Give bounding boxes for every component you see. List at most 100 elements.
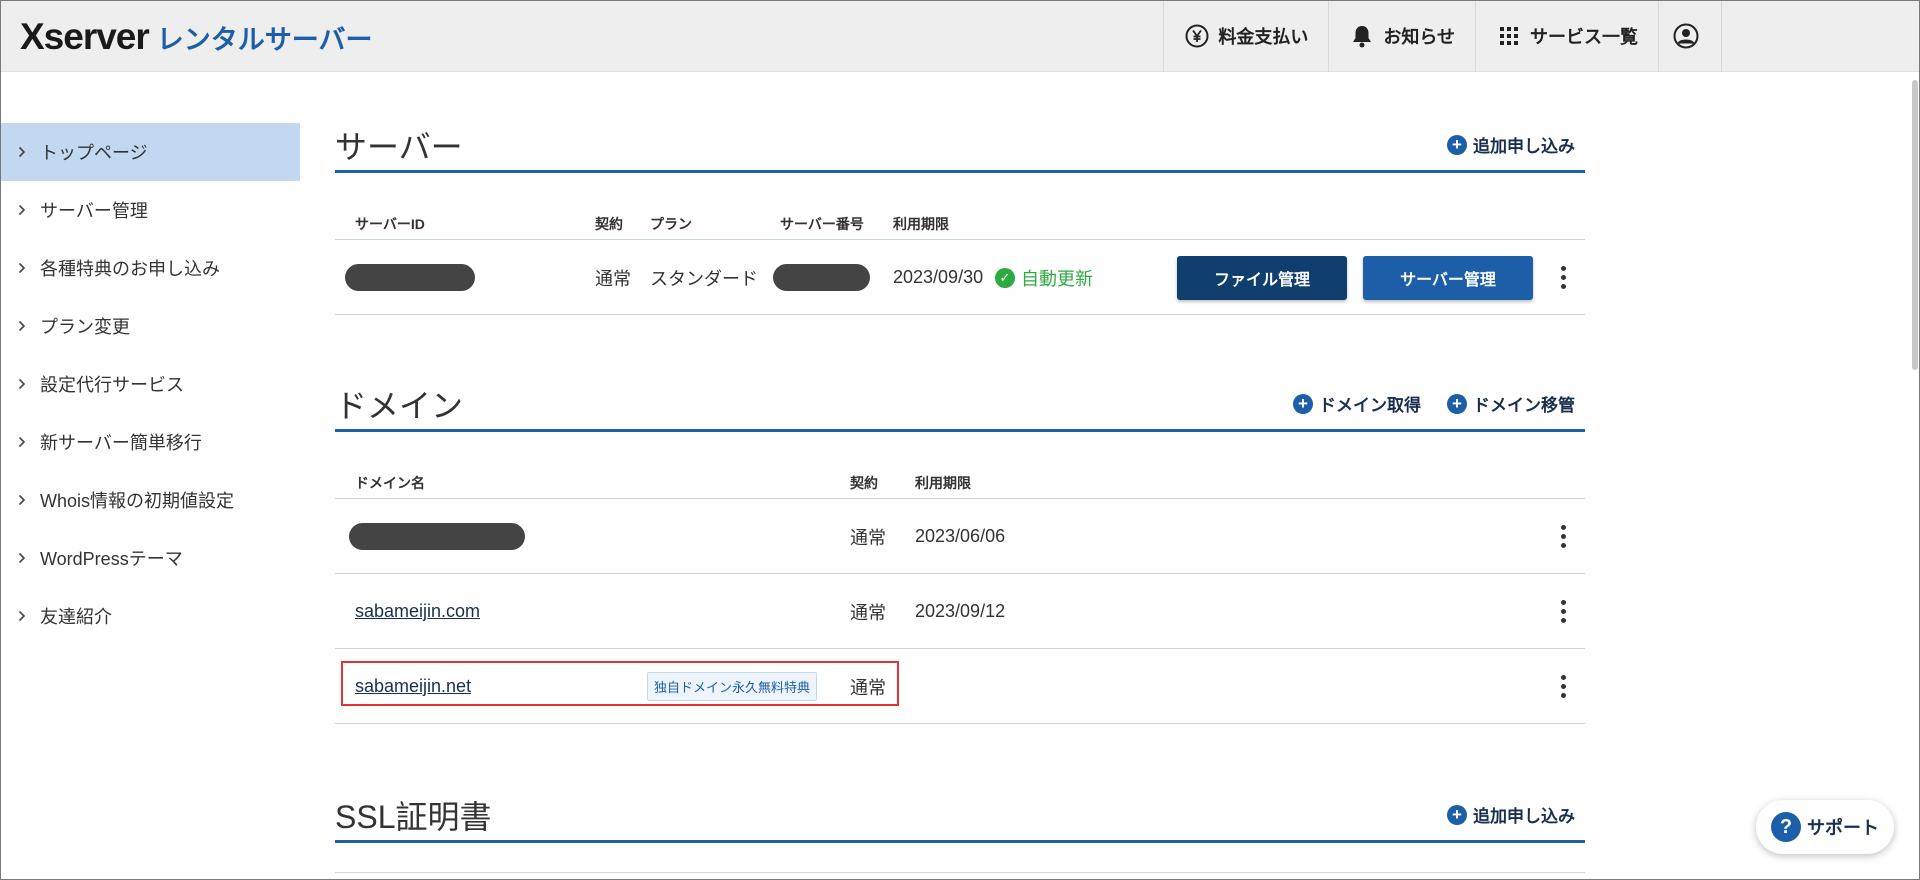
- sidebar-item-top[interactable]: トップページ: [0, 123, 300, 181]
- yen-icon: [1184, 23, 1210, 49]
- contract-cell: 通常: [595, 268, 631, 289]
- row-menu-cell: [1553, 499, 1573, 574]
- server-add-button[interactable]: + 追加申し込み: [1447, 132, 1575, 157]
- row-menu-cell: [1553, 649, 1573, 724]
- domain-section-header: ドメイン + ドメイン取得 + ドメイン移管: [335, 381, 1585, 432]
- col-plan: プラン: [650, 216, 692, 232]
- domain-acquire-button[interactable]: + ドメイン取得: [1293, 391, 1421, 416]
- sidebar-item-label: 設定代行サービス: [40, 375, 184, 395]
- plus-circle-icon: +: [1447, 804, 1467, 825]
- domain-table-header: ドメイン名 契約 利用期限: [335, 461, 1585, 499]
- more-vertical-icon[interactable]: [1553, 600, 1573, 623]
- server-add-label: 追加申し込み: [1473, 137, 1575, 156]
- chevron-right-icon: [18, 610, 32, 622]
- chevron-right-icon: [18, 552, 32, 564]
- nav-notice-label: お知らせ: [1383, 27, 1455, 47]
- ssl-table-divider: [335, 872, 1585, 873]
- scrollbar-thumb[interactable]: [1912, 80, 1918, 370]
- sidebar-item-label: プラン変更: [40, 317, 130, 337]
- plus-circle-icon: +: [1293, 393, 1313, 414]
- server-id-cell: [345, 240, 475, 315]
- logo-sub-text: レンタルサーバー: [156, 25, 373, 55]
- ssl-add-button[interactable]: + 追加申し込み: [1447, 802, 1575, 827]
- chevron-right-icon: [18, 204, 32, 216]
- domain-acquire-label: ドメイン取得: [1319, 396, 1421, 415]
- chevron-right-icon: [18, 494, 32, 506]
- contract-cell: 通常: [850, 677, 886, 698]
- nav-services[interactable]: サービス一覧: [1475, 0, 1658, 72]
- nav-payment-label: 料金支払い: [1218, 27, 1309, 47]
- sidebar-item-setup-service[interactable]: 設定代行サービス: [0, 355, 300, 413]
- plan-cell: スタンダード: [650, 268, 758, 289]
- more-vertical-icon[interactable]: [1553, 525, 1573, 548]
- sidebar-item-label: サーバー管理: [40, 201, 148, 221]
- col-server-number: サーバー番号: [780, 216, 864, 232]
- domain-name-cell: sabameijin.com: [355, 574, 480, 649]
- server-management-button[interactable]: サーバー管理: [1363, 255, 1533, 300]
- col-contract: 契約: [595, 216, 623, 232]
- domain-transfer-button[interactable]: + ドメイン移管: [1447, 391, 1575, 416]
- sidebar-item-plan-change[interactable]: プラン変更: [0, 297, 300, 355]
- col-server-id: サーバーID: [355, 216, 425, 232]
- sidebar-item-label: 友達紹介: [40, 607, 112, 627]
- expiry-cell: 2023/09/12: [915, 601, 1006, 621]
- row-menu-cell: [1553, 574, 1573, 649]
- col-domain-name: ドメイン名: [355, 475, 425, 491]
- server-number-cell: [773, 240, 870, 315]
- row-menu-cell: [1553, 240, 1573, 315]
- table-row: 通常 スタンダード 2023/09/30 ✓ 自動更新 ファイル管理 サーバー管理: [335, 240, 1585, 315]
- plus-circle-icon: +: [1447, 393, 1467, 414]
- sidebar-item-server-management[interactable]: サーバー管理: [0, 181, 300, 239]
- chevron-right-icon: [18, 436, 32, 448]
- domain-link[interactable]: sabameijin.com: [355, 601, 480, 622]
- more-vertical-icon[interactable]: [1553, 266, 1573, 289]
- section-title: サーバー: [335, 129, 463, 165]
- sidebar-item-label: トップページ: [40, 143, 148, 163]
- file-manager-button[interactable]: ファイル管理: [1177, 255, 1347, 300]
- chevron-right-icon: [18, 378, 32, 390]
- expiry-cell: 2023/09/30: [893, 267, 984, 287]
- plus-circle-icon: +: [1447, 134, 1467, 155]
- sidebar-item-benefits[interactable]: 各種特典のお申し込み: [0, 239, 300, 297]
- expiry-cell: 2023/06/06: [915, 526, 1006, 546]
- nav-payment[interactable]: 料金支払い: [1163, 0, 1328, 72]
- file-manager-cell: ファイル管理: [1177, 240, 1347, 315]
- header-nav: 料金支払い お知らせ サービス一覧: [1163, 0, 1722, 72]
- ssl-add-label: 追加申し込み: [1473, 807, 1575, 826]
- sidebar-item-wordpress-theme[interactable]: WordPressテーマ: [0, 529, 300, 587]
- nav-services-label: サービス一覧: [1530, 27, 1638, 47]
- free-domain-badge: 独自ドメイン永久無料特典: [647, 672, 818, 701]
- check-circle-icon: ✓: [995, 267, 1015, 288]
- domain-link[interactable]: sabameijin.net: [355, 676, 471, 697]
- chevron-right-icon: [18, 320, 32, 332]
- section-actions: + 追加申し込み: [1421, 132, 1575, 157]
- sidebar-item-whois[interactable]: Whois情報の初期値設定: [0, 471, 300, 529]
- section-actions: + ドメイン取得 + ドメイン移管: [1267, 391, 1575, 416]
- col-expiry: 利用期限: [915, 475, 971, 491]
- section-title: SSL証明書: [335, 799, 492, 835]
- sidebar-item-referral[interactable]: 友達紹介: [0, 587, 300, 645]
- section-title: ドメイン: [335, 388, 464, 424]
- user-menu-button[interactable]: [1658, 0, 1722, 72]
- xserver-logo[interactable]: Xserver レンタルサーバー: [20, 16, 373, 57]
- support-button[interactable]: ? サポート: [1756, 800, 1894, 854]
- contract-cell: 通常: [850, 602, 886, 623]
- sidebar-item-migration[interactable]: 新サーバー簡単移行: [0, 413, 300, 471]
- server-manage-cell: サーバー管理: [1363, 240, 1533, 315]
- ssl-section-header: SSL証明書 + 追加申し込み: [335, 792, 1585, 843]
- chevron-right-icon: [18, 262, 32, 274]
- col-contract: 契約: [850, 475, 878, 491]
- grid-icon: [1496, 23, 1522, 49]
- badge-cell: 独自ドメイン永久無料特典: [647, 649, 818, 724]
- nav-notice[interactable]: お知らせ: [1328, 0, 1475, 72]
- more-vertical-icon[interactable]: [1553, 675, 1573, 698]
- domain-name-cell: [349, 499, 525, 574]
- table-row: 通常 2023/06/06: [335, 499, 1585, 574]
- sidebar-item-label: 新サーバー簡単移行: [40, 433, 202, 453]
- table-row: sabameijin.net 独自ドメイン永久無料特典 通常: [335, 649, 1585, 724]
- sidebar-item-label: WordPressテーマ: [40, 549, 183, 569]
- bell-icon: [1349, 23, 1375, 49]
- domain-transfer-label: ドメイン移管: [1473, 396, 1575, 415]
- auto-renew-status: ✓ 自動更新: [995, 240, 1093, 315]
- server-table-header: サーバーID 契約 プラン サーバー番号 利用期限: [335, 202, 1585, 240]
